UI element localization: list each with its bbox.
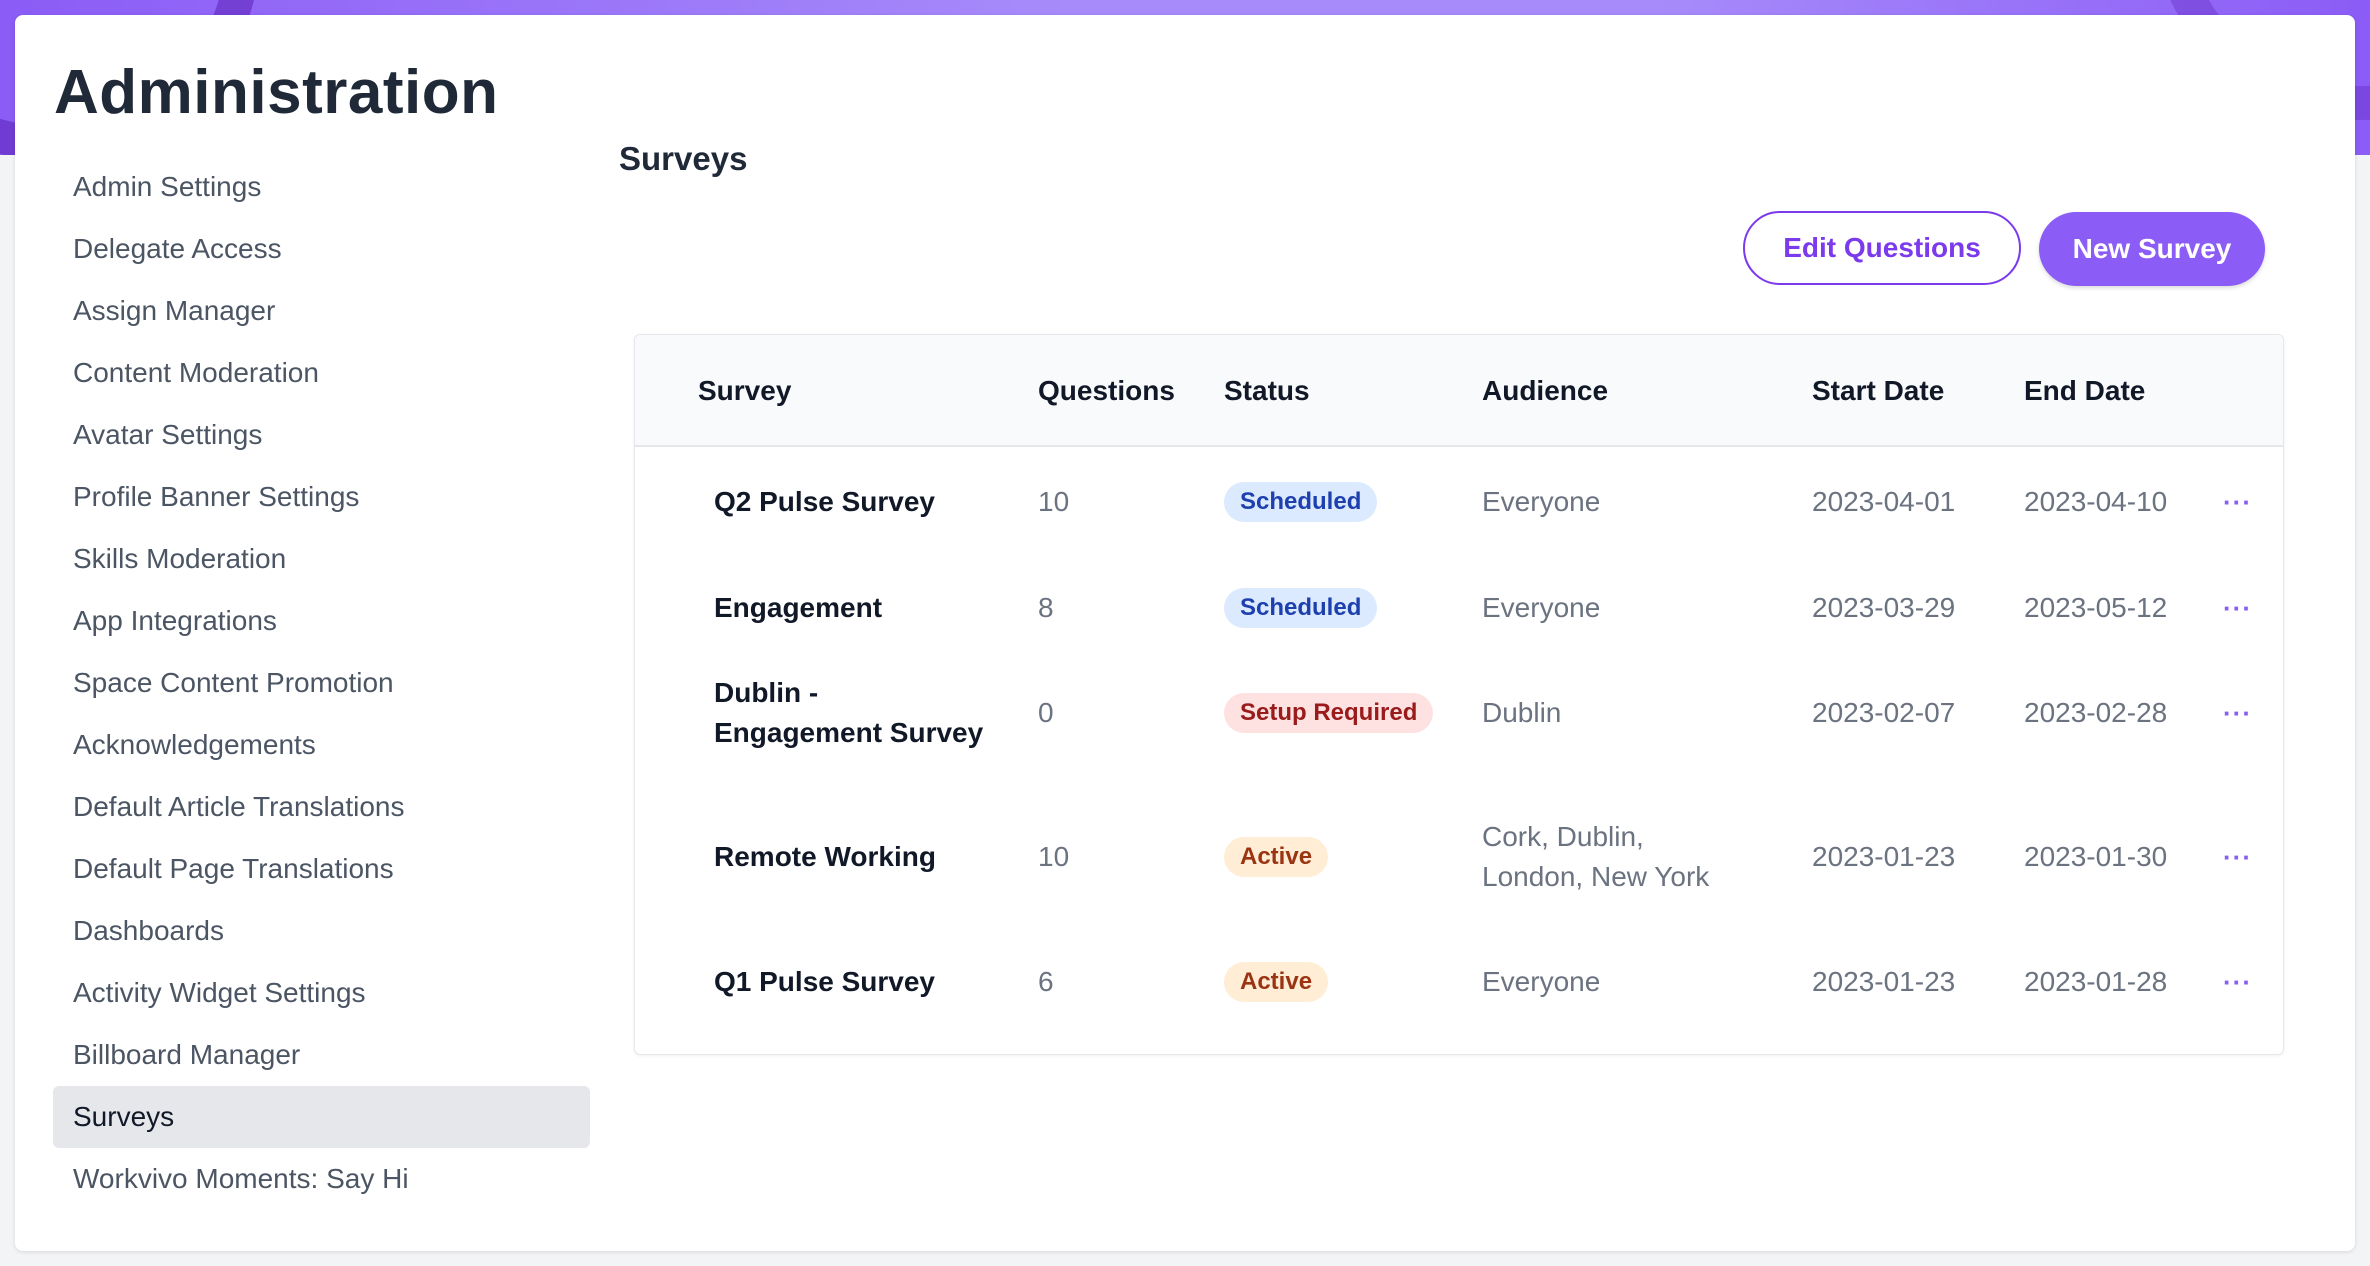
column-header-questions[interactable]: Questions: [1038, 335, 1175, 447]
column-header-end-date[interactable]: End Date: [2024, 335, 2145, 447]
more-horizontal-icon[interactable]: ···: [2223, 962, 2252, 1002]
new-survey-button[interactable]: New Survey: [2039, 212, 2265, 286]
status-badge: Setup Required: [1224, 693, 1434, 733]
column-header-audience[interactable]: Audience: [1482, 335, 1608, 447]
more-horizontal-icon[interactable]: ···: [2223, 693, 2252, 733]
section-title: Surveys: [619, 140, 748, 177]
sidebar-item-dashboards[interactable]: Dashboards: [53, 900, 590, 962]
question-count: 10: [1038, 841, 1070, 872]
start-date: 2023-04-01: [1812, 486, 1956, 517]
sidebar-item-profile-banner-settings[interactable]: Profile Banner Settings: [53, 466, 590, 528]
survey-name[interactable]: Remote Working: [714, 837, 936, 877]
question-count: 10: [1038, 486, 1070, 517]
survey-name[interactable]: Dublin -: [714, 673, 818, 713]
sidebar-item-default-page-translations[interactable]: Default Page Translations: [53, 838, 590, 900]
surveys-table: Survey Questions Status Audience Start D…: [634, 334, 2284, 1055]
sidebar-item-default-article-translations[interactable]: Default Article Translations: [53, 776, 590, 838]
sidebar-item-acknowledgements[interactable]: Acknowledgements: [53, 714, 590, 776]
end-date: 2023-05-12: [2024, 592, 2168, 623]
end-date: 2023-01-28: [2024, 966, 2168, 997]
audience: Everyone: [1482, 592, 1601, 623]
status-badge: Active: [1224, 837, 1329, 877]
sidebar-item-workvivo-moments[interactable]: Workvivo Moments: Say Hi: [53, 1148, 590, 1210]
sidebar-item-billboard-manager[interactable]: Billboard Manager: [53, 1024, 590, 1086]
sidebar-item-space-content-promotion[interactable]: Space Content Promotion: [53, 652, 590, 714]
sidebar-item-surveys[interactable]: Surveys: [53, 1086, 590, 1148]
start-date: 2023-02-07: [1812, 697, 1956, 728]
end-date: 2023-01-30: [2024, 841, 2168, 872]
more-horizontal-icon[interactable]: ···: [2223, 837, 2252, 877]
start-date: 2023-01-23: [1812, 841, 1956, 872]
question-count: 8: [1038, 592, 1054, 623]
sidebar-item-content-moderation[interactable]: Content Moderation: [53, 342, 590, 404]
end-date: 2023-04-10: [2024, 486, 2168, 517]
column-header-status[interactable]: Status: [1224, 335, 1310, 447]
audience: Cork, Dublin,: [1482, 821, 1644, 852]
sidebar-item-skills-moderation[interactable]: Skills Moderation: [53, 528, 590, 590]
more-horizontal-icon[interactable]: ···: [2223, 588, 2252, 628]
question-count: 0: [1038, 697, 1054, 728]
audience: Dublin: [1482, 697, 1562, 728]
sidebar-item-activity-widget-settings[interactable]: Activity Widget Settings: [53, 962, 590, 1024]
sidebar-item-avatar-settings[interactable]: Avatar Settings: [53, 404, 590, 466]
sidebar-item-admin-settings[interactable]: Admin Settings: [53, 156, 590, 218]
column-header-start-date[interactable]: Start Date: [1812, 335, 1944, 447]
audience-continued: London, New York: [1482, 861, 1710, 892]
survey-name[interactable]: Q2 Pulse Survey: [714, 482, 935, 522]
survey-name-continued[interactable]: Engagement Survey: [714, 713, 983, 753]
sidebar-item-assign-manager[interactable]: Assign Manager: [53, 280, 590, 342]
audience: Everyone: [1482, 966, 1601, 997]
audience: Everyone: [1482, 486, 1601, 517]
start-date: 2023-01-23: [1812, 966, 1956, 997]
page-title: Administration: [54, 58, 499, 127]
end-date: 2023-02-28: [2024, 697, 2168, 728]
status-badge: Scheduled: [1224, 588, 1378, 628]
survey-name[interactable]: Engagement: [714, 588, 882, 628]
status-badge: Scheduled: [1224, 482, 1378, 522]
sidebar-item-delegate-access[interactable]: Delegate Access: [53, 218, 590, 280]
more-horizontal-icon[interactable]: ···: [2223, 482, 2252, 522]
edit-questions-button[interactable]: Edit Questions: [1743, 211, 2021, 285]
survey-name[interactable]: Q1 Pulse Survey: [714, 962, 935, 1002]
question-count: 6: [1038, 966, 1054, 997]
table-header: Survey Questions Status Audience Start D…: [635, 335, 2283, 447]
admin-sidebar: Admin Settings Delegate Access Assign Ma…: [53, 156, 590, 1210]
start-date: 2023-03-29: [1812, 592, 1956, 623]
column-header-survey[interactable]: Survey: [698, 335, 791, 447]
status-badge: Active: [1224, 962, 1329, 1002]
sidebar-item-app-integrations[interactable]: App Integrations: [53, 590, 590, 652]
